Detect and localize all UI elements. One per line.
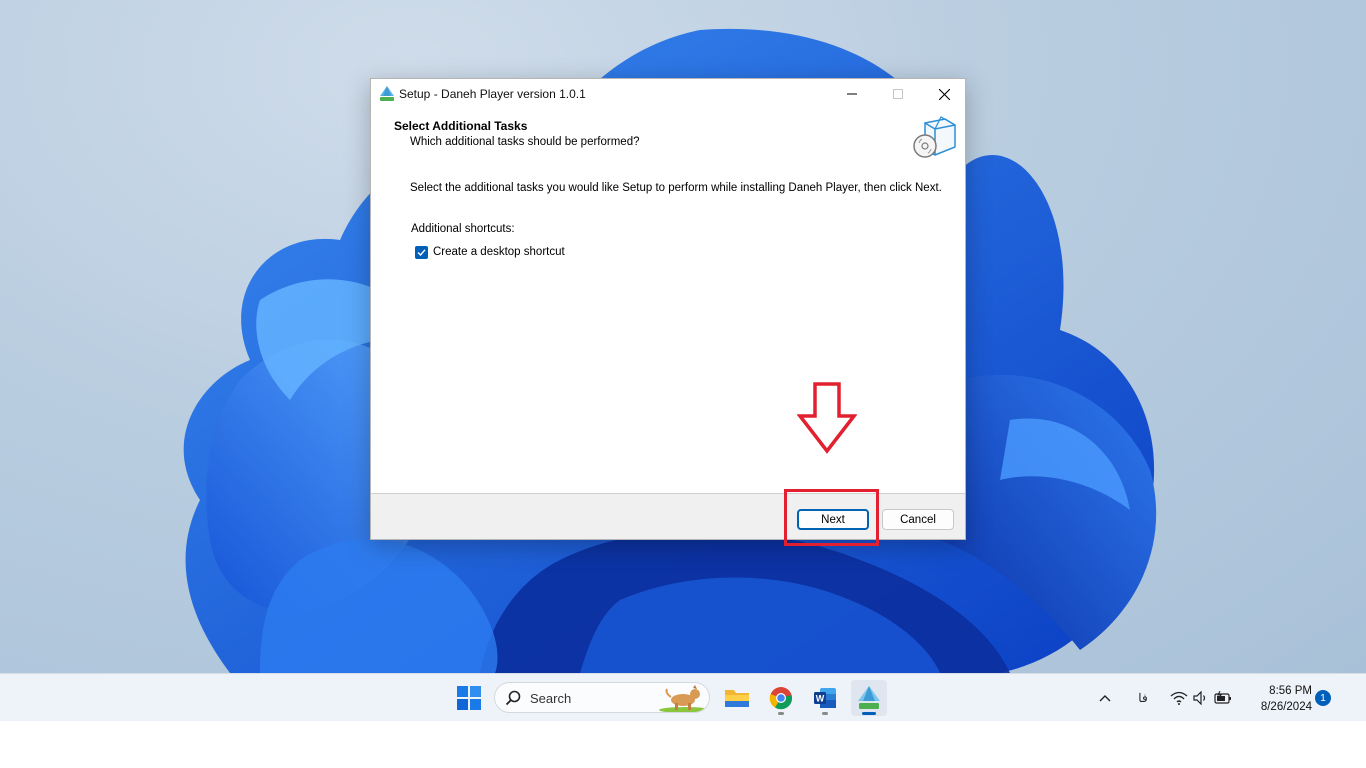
wifi-icon <box>1170 691 1188 705</box>
file-explorer-icon <box>725 690 749 707</box>
clock-time: 8:56 PM <box>1269 685 1312 697</box>
start-button[interactable] <box>451 680 487 716</box>
show-hidden-icons-button[interactable] <box>1094 674 1116 722</box>
maximize-icon <box>893 89 903 99</box>
clock-date: 8/26/2024 <box>1260 701 1312 713</box>
checkmark-icon <box>417 248 426 256</box>
desktop-shortcut-option[interactable]: Create a desktop shortcut <box>415 244 565 260</box>
window-title: Setup - Daneh Player version 1.0.1 <box>399 87 586 101</box>
search-icon <box>505 690 521 706</box>
notification-badge[interactable]: 1 <box>1315 690 1331 706</box>
quick-settings-button[interactable] <box>1169 674 1233 722</box>
taskbar: Search W فا 8:56 PM 8/26/2024 1 <box>0 673 1366 721</box>
cancel-button[interactable]: Cancel <box>882 509 954 530</box>
next-button-highlight <box>784 489 879 546</box>
language-indicator[interactable]: فا <box>1132 674 1154 722</box>
daneh-player-icon <box>858 686 880 709</box>
volume-icon <box>1193 691 1206 705</box>
additional-shortcuts-label: Additional shortcuts: <box>411 223 515 235</box>
chrome-running-indicator <box>778 712 784 715</box>
search-highlight-dog-icon <box>659 685 709 712</box>
page-title: Select Additional Tasks <box>394 119 528 133</box>
install-box-icon <box>913 116 956 158</box>
daneh-player-active-indicator <box>862 712 876 715</box>
desktop-shortcut-label: Create a desktop shortcut <box>433 246 565 258</box>
wizard-header: Select Additional Tasks Which additional… <box>371 109 965 163</box>
chrome-button[interactable] <box>763 680 799 716</box>
instruction-text: Select the additional tasks you would li… <box>410 182 942 194</box>
battery-charging-icon <box>1214 691 1231 704</box>
chevron-up-icon <box>1099 695 1111 702</box>
file-explorer-button[interactable] <box>719 680 755 716</box>
setup-window: Setup - Daneh Player version 1.0.1 Selec… <box>370 78 966 540</box>
daneh-app-icon <box>380 86 394 101</box>
down-arrow-annotation <box>797 382 857 454</box>
daneh-player-button[interactable] <box>851 680 887 716</box>
word-button[interactable]: W <box>807 680 843 716</box>
minimize-button[interactable] <box>829 79 875 109</box>
close-button[interactable] <box>921 79 965 109</box>
svg-text:W: W <box>816 694 825 704</box>
page-subtitle: Which additional tasks should be perform… <box>410 136 640 148</box>
word-running-indicator <box>822 712 828 715</box>
word-icon: W <box>814 688 836 708</box>
chrome-icon <box>769 687 793 710</box>
desktop-shortcut-checkbox[interactable] <box>415 245 428 259</box>
close-icon <box>938 88 950 100</box>
maximize-button[interactable] <box>875 79 921 109</box>
screen-bottom-blank <box>0 721 1366 768</box>
minimize-icon <box>847 93 857 95</box>
window-titlebar[interactable]: Setup - Daneh Player version 1.0.1 <box>371 79 965 109</box>
taskbar-search-box[interactable]: Search <box>494 682 710 713</box>
taskbar-clock[interactable]: 8:56 PM 8/26/2024 <box>1246 683 1312 715</box>
start-icon <box>457 686 481 710</box>
search-placeholder: Search <box>530 691 572 706</box>
